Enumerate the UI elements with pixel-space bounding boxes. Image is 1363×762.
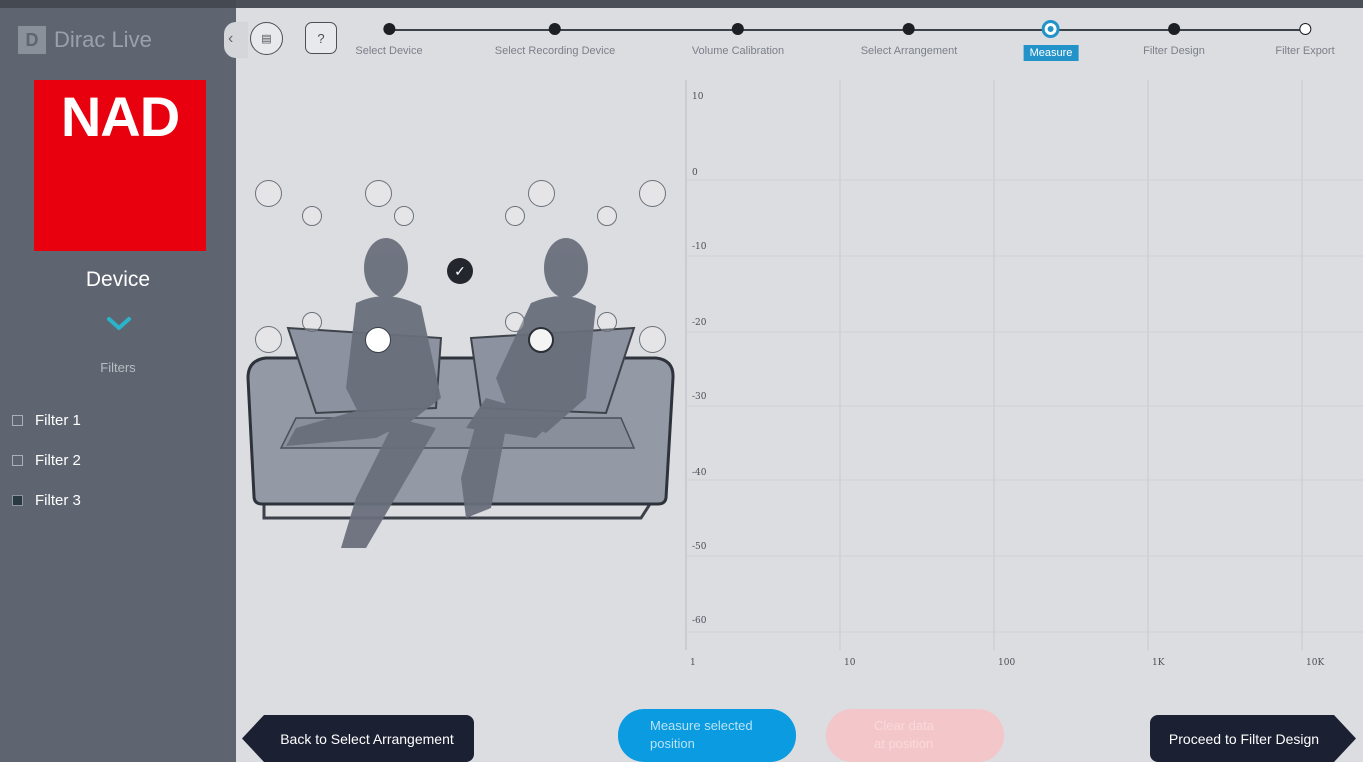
y-tick-label: -20	[692, 318, 707, 328]
x-tick-label: 1	[690, 658, 696, 668]
y-tick-label: -30	[692, 392, 707, 402]
help-icon: ?	[317, 30, 325, 46]
listening-room: ✓	[236, 78, 682, 618]
y-tick-label: 10	[692, 92, 704, 102]
main-panel: Select Device Select Recording Device Vo…	[236, 8, 1363, 762]
step-label: Volume Calibration	[691, 45, 785, 57]
y-tick-label: -50	[692, 542, 707, 552]
speaker-position[interactable]	[255, 180, 282, 207]
step-label: Filter Export	[1275, 45, 1335, 57]
mic-position[interactable]	[365, 327, 391, 353]
step-label: Select Device	[355, 45, 423, 57]
checkbox[interactable]	[12, 415, 23, 426]
frequency-response-graph: 10 0 -10 -20 -30 -40 -50 -60 1 10 100 1K…	[682, 80, 1363, 680]
step-measure[interactable]: Measure	[1023, 20, 1079, 61]
chevron-left-icon: ‹	[228, 30, 234, 47]
y-tick-label: -10	[692, 242, 707, 252]
step-volume-calibration[interactable]: Volume Calibration	[692, 22, 784, 57]
step-dot-active	[1041, 20, 1060, 38]
step-dot	[903, 23, 915, 35]
sidebar-collapse-handle[interactable]: ‹	[224, 22, 248, 58]
speaker-position[interactable]	[302, 206, 322, 226]
checkbox[interactable]	[12, 455, 23, 466]
clear-button-line2: at position	[874, 736, 934, 751]
filters-heading: Filters	[100, 360, 136, 375]
speaker-position[interactable]	[302, 312, 322, 332]
x-tick-label: 10	[844, 658, 856, 668]
y-tick-label: -60	[692, 616, 707, 626]
wizard-stepper: Select Device Select Recording Device Vo…	[236, 8, 1363, 78]
menu-icon: ▤	[261, 33, 272, 45]
speaker-position[interactable]	[639, 180, 666, 207]
help-button[interactable]: ?	[305, 22, 337, 54]
speaker-position[interactable]	[639, 326, 666, 353]
step-filter-export[interactable]: Filter Export	[1275, 22, 1335, 57]
proceed-to-filter-design-button[interactable]: Proceed to Filter Design	[1150, 715, 1356, 762]
sofa-illustration	[246, 238, 675, 548]
dirac-logo-icon: D	[18, 26, 46, 54]
step-label: Select Arrangement	[860, 45, 958, 57]
speaker-position[interactable]	[365, 180, 392, 207]
step-select-arrangement[interactable]: Select Arrangement	[860, 22, 958, 57]
chevron-down-icon[interactable]	[106, 316, 132, 332]
app-brand: D Dirac Live	[18, 26, 152, 54]
top-buttons: ▤ ?	[250, 22, 337, 55]
measure-selected-position-button[interactable]: Measure selected position	[618, 709, 796, 762]
filter-item-2[interactable]: Filter 2	[12, 452, 81, 469]
x-tick-label: 1K	[1152, 658, 1165, 668]
sidebar: D Dirac Live NAD Device Filters Filter 1…	[0, 0, 236, 762]
filter-item-1[interactable]: Filter 1	[12, 412, 81, 429]
checkbox-checked[interactable]	[12, 495, 23, 506]
speaker-position[interactable]	[505, 206, 525, 226]
step-dot	[548, 23, 561, 35]
measure-button-line1: Measure selected	[650, 718, 753, 733]
back-to-select-arrangement-button[interactable]: Back to Select Arrangement	[242, 715, 474, 762]
speaker-position[interactable]	[528, 180, 555, 207]
device-logo: NAD	[34, 80, 206, 251]
speaker-position[interactable]	[255, 326, 282, 353]
speaker-position[interactable]	[597, 206, 617, 226]
step-dot	[382, 23, 395, 35]
measure-button-line2: position	[650, 736, 695, 751]
step-dot-open	[1298, 23, 1311, 35]
x-tick-label: 10K	[1306, 658, 1325, 668]
mic-position-selected[interactable]	[528, 327, 554, 353]
y-tick-label: -40	[692, 468, 707, 478]
device-label: Device	[85, 268, 151, 291]
filter-label: Filter 2	[35, 452, 81, 469]
filter-label: Filter 1	[35, 412, 81, 429]
measured-position-check-icon[interactable]: ✓	[447, 258, 473, 284]
step-filter-design[interactable]: Filter Design	[1143, 22, 1205, 57]
speaker-position[interactable]	[505, 312, 525, 332]
clear-data-button[interactable]: Clear data at position	[826, 709, 1004, 762]
step-dot	[1168, 23, 1180, 35]
step-dot	[732, 23, 744, 35]
step-label: Select Recording Device	[494, 45, 616, 57]
speaker-position[interactable]	[597, 312, 617, 332]
graph-grid	[685, 80, 1363, 650]
step-select-recording-device[interactable]: Select Recording Device	[495, 22, 615, 57]
speaker-position[interactable]	[394, 206, 414, 226]
menu-button[interactable]: ▤	[250, 22, 283, 55]
app-name: Dirac Live	[54, 27, 152, 52]
step-label: Filter Design	[1143, 45, 1205, 57]
y-tick-label: 0	[692, 168, 698, 178]
step-select-device[interactable]: Select Device	[355, 22, 423, 57]
filter-item-3[interactable]: Filter 3	[12, 492, 81, 509]
step-label-active: Measure	[1023, 45, 1079, 61]
x-tick-label: 100	[998, 658, 1016, 668]
filter-label: Filter 3	[35, 492, 81, 509]
clear-button-line1: Clear data	[874, 718, 934, 733]
